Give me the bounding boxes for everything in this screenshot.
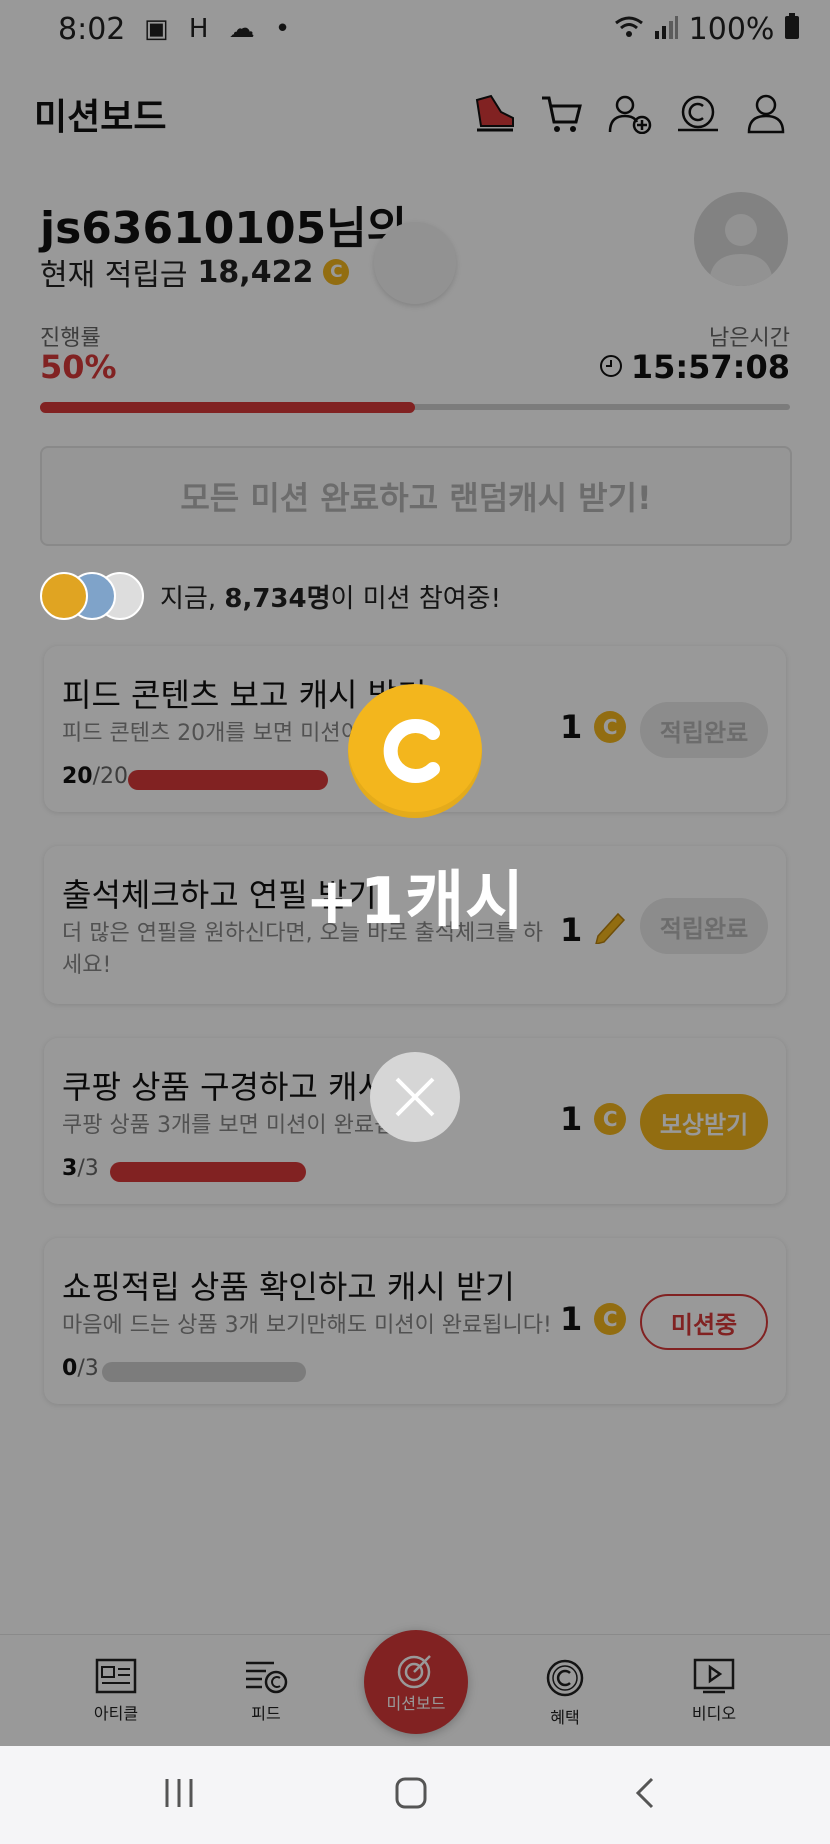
home-button[interactable] <box>394 1776 428 1814</box>
recent-apps-button[interactable] <box>162 1776 196 1814</box>
system-nav-bar <box>0 1746 830 1844</box>
reward-coin-icon <box>348 684 482 818</box>
close-icon <box>395 1077 435 1117</box>
participant-avatar <box>40 572 88 620</box>
close-popup-button[interactable] <box>370 1052 460 1142</box>
back-button[interactable] <box>630 1776 660 1814</box>
reward-amount-text: +1캐시 <box>305 865 525 939</box>
